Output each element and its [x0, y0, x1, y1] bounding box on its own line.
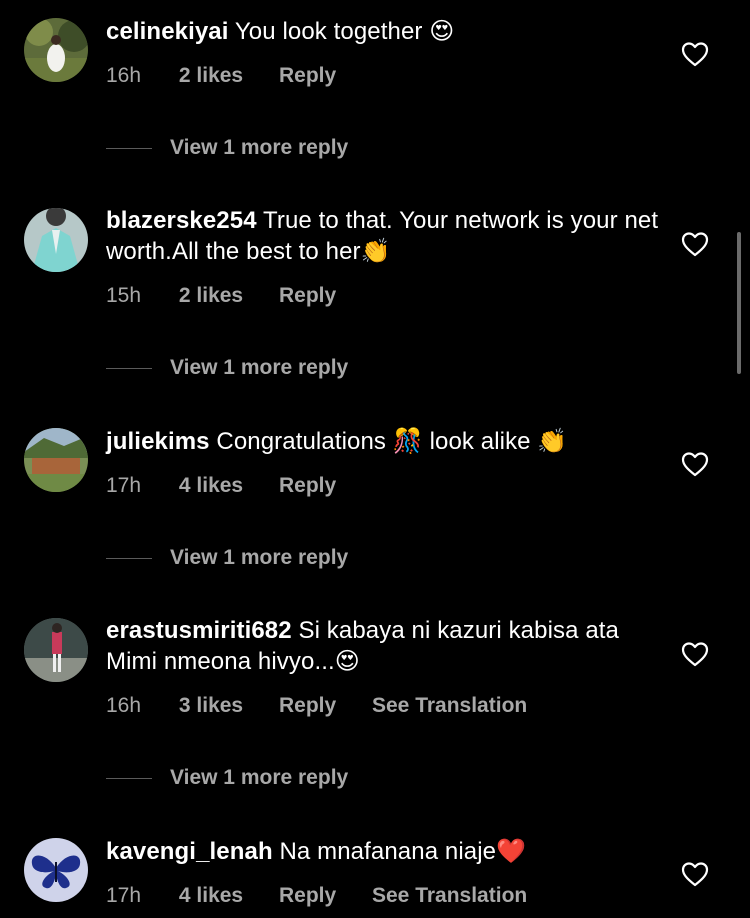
- heart-outline-icon[interactable]: [681, 641, 709, 667]
- view-more-replies-button[interactable]: View 1 more reply: [106, 766, 348, 790]
- avatar[interactable]: [24, 618, 88, 682]
- comment-username[interactable]: celinekiyai: [106, 18, 229, 45]
- reply-thread-line: [106, 367, 152, 369]
- view-more-label: View 1 more reply: [170, 546, 349, 569]
- comment-text: Na mnafanana niaje: [279, 838, 497, 865]
- comment-time: 16h: [106, 694, 142, 717]
- red-heart-emoji: ❤️: [496, 837, 527, 865]
- view-more-label: View 1 more reply: [170, 136, 349, 159]
- avatar[interactable]: [24, 428, 88, 492]
- comment-time: 17h: [106, 884, 142, 907]
- comment-meta: 17h 4 likes Reply: [106, 474, 366, 498]
- avatar[interactable]: [24, 208, 88, 272]
- heart-outline-icon[interactable]: [681, 41, 709, 67]
- comment-time: 16h: [106, 64, 142, 87]
- see-translation-button[interactable]: See Translation: [372, 694, 527, 718]
- heart-outline-icon[interactable]: [681, 231, 709, 257]
- reply-button[interactable]: Reply: [279, 474, 336, 498]
- heart-outline-icon[interactable]: [681, 451, 709, 477]
- reply-button[interactable]: Reply: [279, 64, 336, 88]
- smiling-face-heart-eyes-emoji: 😍: [429, 17, 455, 45]
- comment-username[interactable]: erastusmiriti682: [106, 617, 292, 644]
- comment-username[interactable]: blazerske254: [106, 207, 257, 234]
- comment-meta: 17h 4 likes Reply See Translation: [106, 884, 557, 908]
- likes-count-button[interactable]: 4 likes: [179, 474, 243, 498]
- reply-thread-line: [106, 557, 152, 559]
- clapping-hands-emoji: 👏: [360, 237, 391, 265]
- view-more-label: View 1 more reply: [170, 766, 349, 789]
- comment-time: 17h: [106, 474, 142, 497]
- likes-count-button[interactable]: 2 likes: [179, 64, 243, 88]
- avatar[interactable]: [24, 18, 88, 82]
- scrollbar[interactable]: [737, 232, 741, 374]
- comment-text: Congratulations: [216, 428, 387, 455]
- reply-button[interactable]: Reply: [279, 694, 336, 718]
- likes-count-button[interactable]: 4 likes: [179, 884, 243, 908]
- avatar[interactable]: [24, 838, 88, 902]
- comment-meta: 15h 2 likes Reply: [106, 284, 366, 308]
- see-translation-button[interactable]: See Translation: [372, 884, 527, 908]
- comment-meta: 16h 3 likes Reply See Translation: [106, 694, 557, 718]
- comment-text-continued: look alike: [429, 428, 531, 455]
- clapping-hands-emoji: 👏: [537, 427, 568, 455]
- likes-count-button[interactable]: 3 likes: [179, 694, 243, 718]
- likes-count-button[interactable]: 2 likes: [179, 284, 243, 308]
- reply-button[interactable]: Reply: [279, 284, 336, 308]
- reply-thread-line: [106, 147, 152, 149]
- smiling-face-heart-eyes-emoji: 😍: [334, 647, 360, 675]
- comment-meta: 16h 2 likes Reply: [106, 64, 366, 88]
- view-more-replies-button[interactable]: View 1 more reply: [106, 546, 348, 570]
- comment-text: You look together: [234, 18, 423, 45]
- confetti-ball-emoji: 🎊: [392, 427, 423, 455]
- comment-username[interactable]: kavengi_lenah: [106, 838, 273, 865]
- comment-time: 15h: [106, 284, 142, 307]
- comment-username[interactable]: juliekims: [106, 428, 210, 455]
- view-more-replies-button[interactable]: View 1 more reply: [106, 136, 348, 160]
- reply-button[interactable]: Reply: [279, 884, 336, 908]
- view-more-replies-button[interactable]: View 1 more reply: [106, 356, 348, 380]
- view-more-label: View 1 more reply: [170, 356, 349, 379]
- reply-thread-line: [106, 777, 152, 779]
- heart-outline-icon[interactable]: [681, 861, 709, 887]
